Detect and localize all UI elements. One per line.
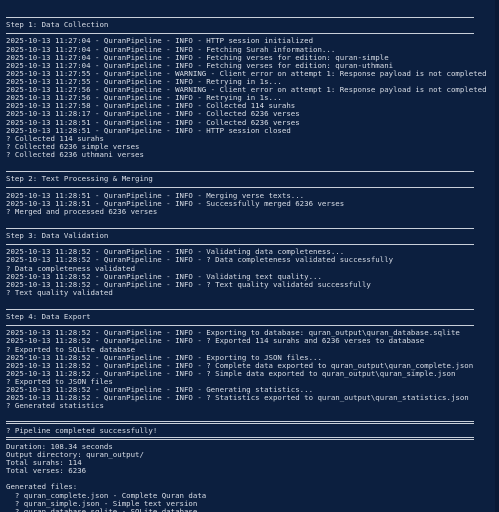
log-line: ? Collected 6236 uthmani verses: [6, 149, 144, 159]
log-line: Step 4: Data Export: [6, 312, 91, 322]
log-line: Step 1: Data Collection: [6, 20, 109, 30]
section-divider: [6, 224, 499, 232]
log-line: ? Generated statistics: [6, 401, 104, 411]
section-divider: [6, 13, 499, 21]
terminal-scrollbar[interactable]: [495, 0, 499, 512]
log-line: ? quran_database.sqlite - SQLite databas…: [6, 506, 198, 512]
log-line: Step 3: Data Validation: [6, 231, 109, 241]
log-line: ? Pipeline completed successfully!: [6, 425, 158, 435]
log-line: Total verses: 6236: [6, 466, 87, 476]
section-divider: [6, 29, 499, 37]
section-divider: [6, 321, 499, 329]
log-line: Step 2: Text Processing & Merging: [6, 174, 153, 184]
double-divider: [6, 419, 499, 427]
log-line: ? Text quality validated: [6, 287, 113, 297]
double-divider: [6, 435, 499, 443]
section-divider: [6, 240, 499, 248]
log-line: ? Merged and processed 6236 verses: [6, 206, 158, 216]
section-divider: [6, 183, 499, 191]
section-divider: [6, 167, 499, 175]
section-divider: [6, 305, 499, 313]
terminal-output[interactable]: Step 1: Data Collection 2025-10-13 11:27:…: [0, 0, 499, 512]
